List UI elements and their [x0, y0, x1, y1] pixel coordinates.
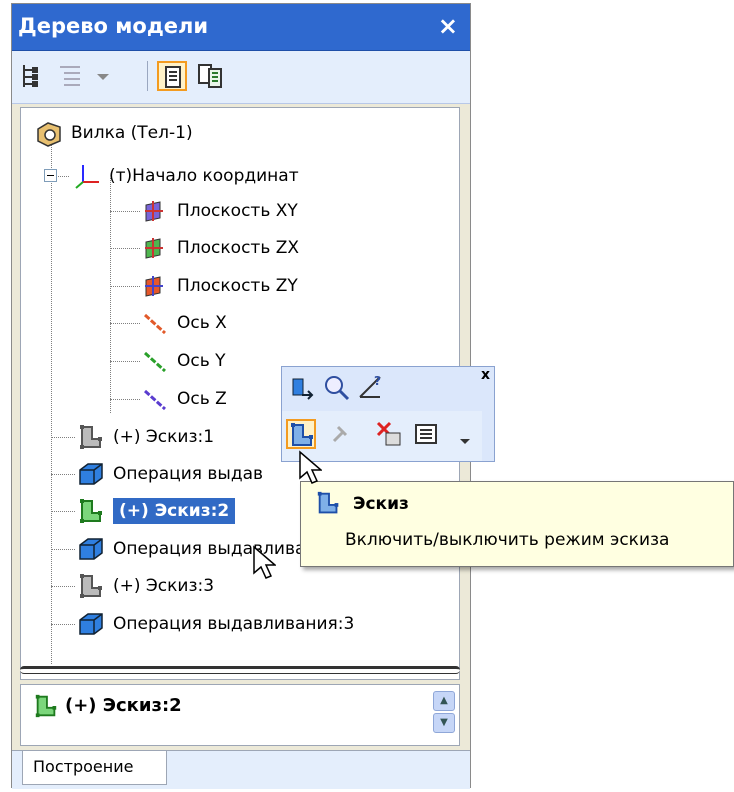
tooltip-title: Эскиз — [353, 494, 409, 514]
plane-zy-icon — [145, 276, 163, 297]
tree-node-label: Операция выдав — [113, 464, 264, 484]
scroll-down-button[interactable]: ▼ — [433, 713, 455, 733]
tab-construction[interactable]: Построение — [22, 751, 167, 785]
tree-node-label: Плоскость XY — [177, 201, 298, 221]
tree-node[interactable]: Плоскость XY — [141, 194, 298, 228]
extrude-icon — [79, 463, 103, 485]
plane-zx-icon — [145, 238, 163, 259]
split-pane-icon[interactable] — [195, 61, 225, 91]
origin-icon — [75, 165, 99, 189]
sketch-icon — [80, 574, 102, 598]
sketch-icon — [317, 491, 339, 514]
pane-splitter[interactable] — [20, 666, 460, 674]
extrude-icon — [79, 613, 103, 635]
tree-node-label: Плоскость ZY — [177, 276, 298, 296]
tree-node[interactable]: Ось Y — [141, 344, 226, 378]
tab-bar: Построение — [12, 750, 470, 789]
tree-node-label: Ось Y — [177, 351, 226, 371]
tree-node-label: Ось Z — [177, 389, 227, 409]
tree-node[interactable]: Ось Z — [141, 382, 227, 416]
tree-node-label: (+) Эскиз:1 — [113, 427, 215, 447]
properties-pane: (+) Эскиз:2 ▲ ▼ — [20, 684, 460, 746]
mouse-cursor-icon — [253, 545, 276, 579]
tree-node-label: Плоскость ZX — [177, 238, 300, 258]
dropdown-arrow-icon[interactable] — [88, 61, 109, 91]
settings-icon[interactable] — [412, 419, 442, 449]
tooltip-text: Включить/выключить режим эскиза — [345, 530, 670, 550]
tree-node[interactable]: Плоскость ZY — [141, 269, 298, 303]
tree-node[interactable]: Операция выдав — [77, 457, 263, 491]
delete-icon[interactable] — [374, 419, 404, 449]
context-toolbar: x ? — [281, 366, 495, 462]
tree-node[interactable]: Ось X — [141, 306, 227, 340]
tree-toolbar — [12, 51, 470, 104]
tooltip: Эскиз Включить/выключить режим эскиза — [300, 481, 734, 567]
tree-node-label: (т)Начало координат — [109, 166, 299, 186]
single-pane-icon[interactable] — [157, 61, 187, 91]
sketch-active-icon — [80, 499, 102, 523]
tree-node-label: Вилка (Тел-1) — [71, 123, 193, 143]
plane-xy-icon — [145, 201, 163, 222]
tree-node-label: (+) Эскиз:2 — [113, 498, 236, 524]
scroll-up-button[interactable]: ▲ — [433, 691, 455, 711]
selected-item-label: (+) Эскиз:2 — [65, 695, 182, 716]
tree-node[interactable]: (+) Эскиз:1 — [77, 420, 214, 454]
svg-text:?: ? — [374, 374, 381, 388]
panel-titlebar: Дерево модели × — [12, 4, 470, 51]
tree-structure-icon[interactable] — [18, 61, 48, 91]
more-icon[interactable] — [450, 419, 472, 449]
close-icon[interactable]: × — [438, 12, 458, 40]
axis-x-icon — [143, 313, 167, 335]
panel-title: Дерево модели — [18, 14, 209, 38]
properties-icon[interactable]: ? — [356, 373, 386, 403]
collapse-toggle[interactable] — [44, 169, 57, 182]
tree-node-selected[interactable]: (+) Эскиз:2 — [77, 494, 236, 528]
axis-z-icon — [143, 389, 167, 411]
toolbar-separator — [147, 61, 148, 91]
tree-node-label: (+) Эскиз:3 — [113, 576, 215, 596]
normal-to-icon[interactable] — [288, 373, 318, 403]
pin-icon[interactable] — [324, 419, 354, 449]
mouse-cursor-icon — [299, 450, 322, 484]
tree-node-label: Операция выдавливания:3 — [113, 614, 355, 634]
tree-node[interactable]: Вилка (Тел-1) — [35, 116, 193, 150]
axis-y-icon — [143, 351, 167, 373]
tree-node[interactable]: Операция выдавливания:3 — [77, 607, 354, 641]
extrude-icon — [79, 538, 103, 560]
sketch-mode-icon[interactable] — [286, 419, 316, 449]
zoom-icon[interactable] — [322, 373, 352, 403]
tree-node[interactable]: (т)Начало координат — [73, 159, 299, 193]
filter-list-icon[interactable] — [56, 61, 86, 91]
close-icon[interactable]: x — [481, 367, 490, 383]
sketch-active-icon — [35, 694, 57, 718]
tree-node[interactable]: (+) Эскиз:3 — [77, 569, 214, 603]
tree-node[interactable]: Плоскость ZX — [141, 231, 299, 265]
part-icon — [37, 122, 61, 147]
tree-node-label: Ось X — [177, 313, 227, 333]
sketch-icon — [80, 425, 102, 449]
